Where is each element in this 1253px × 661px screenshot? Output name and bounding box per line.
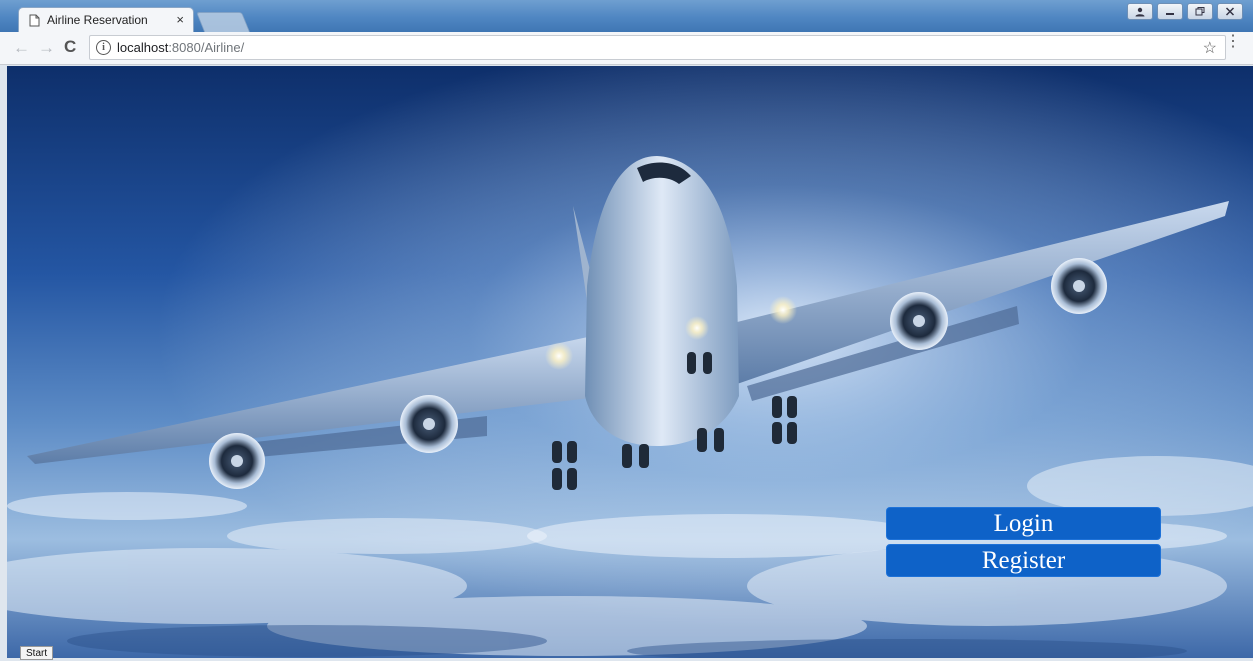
reload-icon[interactable]: C	[64, 37, 76, 57]
address-bar[interactable]: i localhost:8080/Airline/ ☆	[89, 35, 1226, 60]
browser-tab[interactable]: Airline Reservation ×	[18, 7, 194, 32]
url-text: localhost:8080/Airline/	[117, 40, 244, 55]
tab-title: Airline Reservation	[47, 13, 148, 27]
bookmark-star-icon[interactable]: ☆	[1203, 38, 1217, 58]
browser-menu-icon[interactable]: ⋮	[1225, 34, 1241, 50]
url-path: :8080/Airline/	[168, 40, 245, 55]
new-tab-button[interactable]	[195, 12, 251, 32]
restore-icon[interactable]	[1187, 3, 1213, 20]
forward-arrow-icon[interactable]: →	[38, 38, 55, 58]
minimize-icon[interactable]	[1157, 3, 1183, 20]
info-icon[interactable]: i	[96, 40, 111, 55]
user-icon[interactable]	[1127, 3, 1153, 20]
browser-toolbar: ← → C i localhost:8080/Airline/ ☆ ⋮	[0, 32, 1253, 65]
page-viewport: Login Register	[7, 66, 1253, 658]
url-host: localhost	[117, 40, 169, 55]
login-button[interactable]: Login	[886, 507, 1161, 540]
browser-title-bar: Airline Reservation ×	[0, 0, 1253, 32]
register-button[interactable]: Register	[886, 544, 1161, 577]
back-arrow-icon[interactable]: ←	[13, 38, 30, 58]
page-icon	[29, 14, 40, 27]
close-tab-icon[interactable]: ×	[176, 12, 184, 27]
window-controls	[1127, 3, 1243, 20]
close-window-icon[interactable]	[1217, 3, 1243, 20]
auth-actions: Login Register	[886, 507, 1161, 581]
